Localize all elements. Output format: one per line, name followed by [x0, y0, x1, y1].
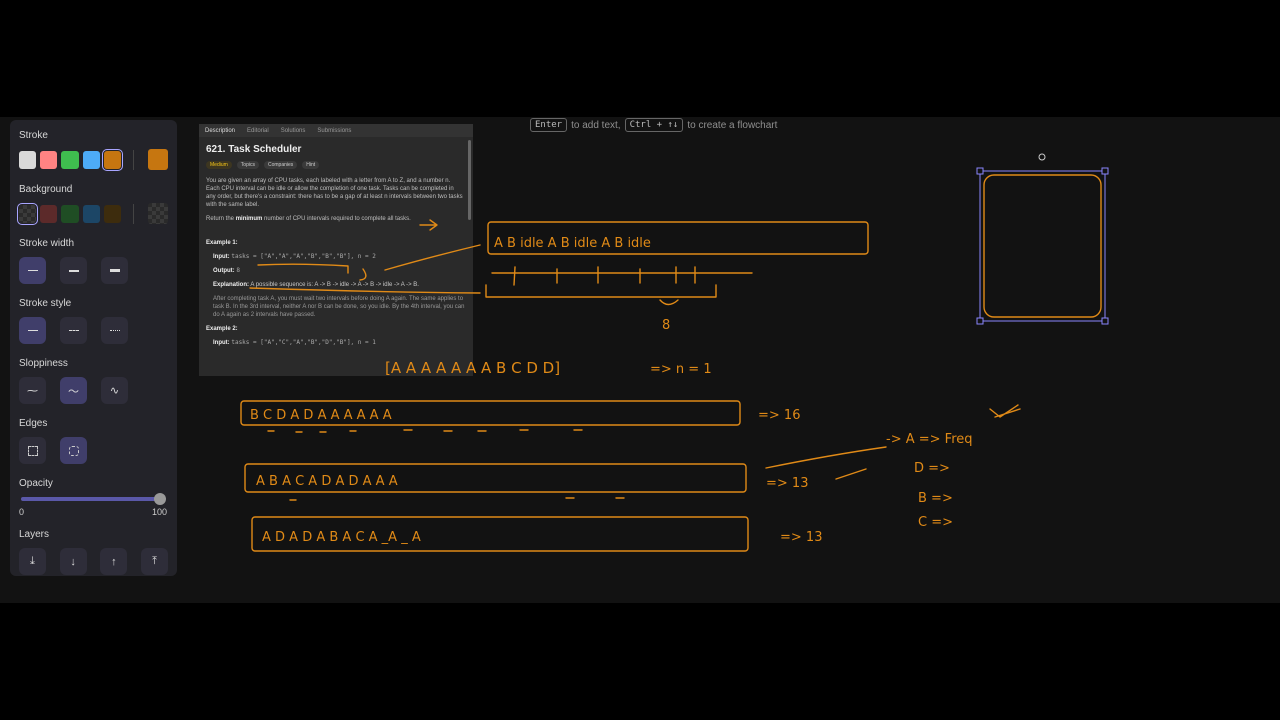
bracket-brace: [659, 299, 679, 306]
resize-handle-se[interactable]: [1101, 317, 1109, 325]
result-13-b: => 13: [780, 530, 822, 545]
timeline-ticks: [513, 266, 696, 286]
tick-check: [835, 468, 867, 480]
sequence-text: A B idle A B idle A B idle: [494, 236, 651, 251]
freq-pointer: [765, 446, 887, 469]
timeline-bracket: [485, 284, 717, 298]
box2-dashes: [289, 497, 625, 501]
selected-rectangle[interactable]: [983, 174, 1102, 318]
drawing-canvas[interactable]: Enter to add text, Ctrl + ↑↓ to create a…: [0, 117, 1280, 603]
input-underline: [257, 263, 349, 274]
tasks-bracket: [A A A A A A A B C D D]: [385, 359, 560, 377]
resize-handle-sw[interactable]: [976, 317, 984, 325]
resize-handle-ne[interactable]: [1101, 167, 1109, 175]
c-note: C =>: [918, 515, 953, 530]
ink-layer: A B idle A B idle A B idle 8 [A A A A A …: [240, 153, 1109, 552]
arrow-mark: [419, 219, 438, 231]
pointer-line-1: [384, 244, 481, 271]
pointer-line-2: [249, 287, 481, 294]
schedule-text-2: A B A C A D A D A A A: [256, 474, 398, 489]
result-8: 8: [662, 318, 670, 333]
n-equals-1: => n = 1: [650, 362, 712, 377]
b-note: B =>: [918, 491, 953, 506]
result-16: => 16: [758, 408, 800, 423]
n-circle: [359, 268, 367, 281]
box1-dashes: [267, 429, 583, 433]
schedule-text-1: B C D A D A A A A A A: [250, 408, 392, 423]
result-13-a: => 13: [766, 476, 808, 491]
d-note: D =>: [914, 461, 950, 476]
checkmark: [989, 404, 1021, 418]
selection-frame[interactable]: [979, 170, 1106, 322]
rotate-handle[interactable]: [1038, 153, 1046, 161]
freq-note: -> A => Freq: [886, 432, 973, 447]
resize-handle-nw[interactable]: [976, 167, 984, 175]
schedule-text-3: A D A D A B A C A _A _ A: [262, 530, 421, 545]
